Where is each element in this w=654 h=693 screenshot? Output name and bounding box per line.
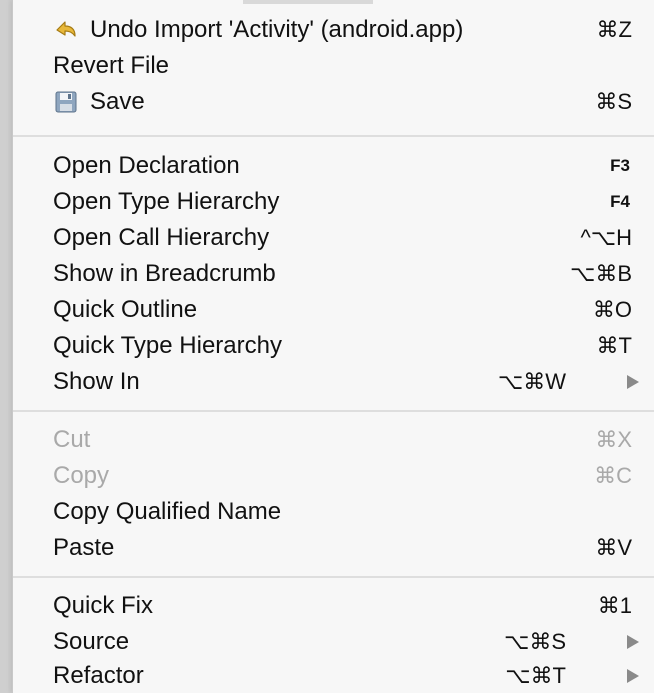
menu-item-copy-qualified-name[interactable]: Copy Qualified Name bbox=[13, 494, 654, 530]
menu-item-revert-file[interactable]: Revert File bbox=[13, 48, 654, 84]
menu-item-quick-outline[interactable]: Quick Outline ⌘O bbox=[13, 292, 654, 328]
menu-item-shortcut: F3 bbox=[610, 156, 630, 175]
menu-item-label: Open Type Hierarchy bbox=[53, 188, 280, 215]
menu-item-shortcut: F4 bbox=[610, 192, 630, 211]
menu-item-label: Source bbox=[53, 628, 130, 655]
menu-item-label: Copy bbox=[53, 462, 110, 489]
menu-item-label: Quick Fix bbox=[53, 592, 154, 619]
menu-item-shortcut: ⌥⌘S bbox=[503, 629, 566, 654]
menu-item-label: Refactor bbox=[53, 662, 144, 689]
submenu-arrow-icon bbox=[627, 635, 639, 649]
menu-item-label: Copy Qualified Name bbox=[53, 498, 282, 525]
context-menu: Undo Import 'Activity' (android.app) ⌘Z … bbox=[12, 0, 654, 693]
menu-item-open-type-hierarchy[interactable]: Open Type Hierarchy F4 bbox=[13, 184, 654, 220]
menu-item-copy: Copy ⌘C bbox=[13, 458, 654, 494]
menu-item-save[interactable]: Save ⌘S bbox=[13, 84, 654, 120]
menu-item-label: Open Call Hierarchy bbox=[53, 224, 270, 251]
menu-item-quick-fix[interactable]: Quick Fix ⌘1 bbox=[13, 588, 654, 624]
submenu-arrow-icon bbox=[627, 375, 639, 389]
menu-item-label: Revert File bbox=[53, 52, 170, 79]
menu-item-label: Cut bbox=[53, 426, 91, 453]
menu-item-shortcut: ⌘V bbox=[595, 535, 632, 560]
menu-item-label: Show in Breadcrumb bbox=[53, 260, 276, 287]
floppy-disk-icon bbox=[54, 91, 78, 113]
menu-item-shortcut: ⌥⌘T bbox=[505, 663, 566, 688]
menu-item-shortcut: ^⌥H bbox=[580, 225, 632, 250]
menu-item-undo[interactable]: Undo Import 'Activity' (android.app) ⌘Z bbox=[13, 12, 654, 48]
menu-item-shortcut: ⌘Z bbox=[596, 17, 632, 42]
menu-item-open-declaration[interactable]: Open Declaration F3 bbox=[13, 148, 654, 184]
menu-item-label: Show In bbox=[53, 368, 140, 395]
menu-item-shortcut: ⌘S bbox=[595, 89, 632, 114]
menu-item-quick-type-hierarchy[interactable]: Quick Type Hierarchy ⌘T bbox=[13, 328, 654, 364]
menu-item-paste[interactable]: Paste ⌘V bbox=[13, 530, 654, 566]
menu-item-shortcut: ⌘O bbox=[592, 297, 632, 322]
menu-separator bbox=[13, 410, 654, 412]
menu-item-label: Paste bbox=[53, 534, 115, 561]
menu-item-shortcut: ⌥⌘W bbox=[497, 369, 566, 394]
menu-item-shortcut: ⌘T bbox=[596, 333, 632, 358]
menu-separator bbox=[13, 576, 654, 578]
menu-item-shortcut: ⌥⌘B bbox=[569, 261, 632, 286]
menu-item-source[interactable]: Source ⌥⌘S bbox=[13, 624, 654, 660]
menu-item-shortcut: ⌘1 bbox=[597, 593, 632, 618]
menu-item-open-call-hierarchy[interactable]: Open Call Hierarchy ^⌥H bbox=[13, 220, 654, 256]
menu-item-show-in[interactable]: Show In ⌥⌘W bbox=[13, 364, 654, 400]
menu-item-label: Quick Type Hierarchy bbox=[53, 332, 282, 359]
undo-arrow-icon bbox=[54, 19, 78, 41]
menu-item-refactor[interactable]: Refactor ⌥⌘T bbox=[13, 658, 654, 693]
menu-separator bbox=[13, 135, 654, 137]
menu-item-label: Open Declaration bbox=[53, 152, 240, 179]
menu-item-cut: Cut ⌘X bbox=[13, 422, 654, 458]
submenu-arrow-icon bbox=[627, 669, 639, 683]
menu-top-edge bbox=[243, 0, 373, 4]
menu-item-label: Quick Outline bbox=[53, 296, 198, 323]
menu-item-label: Save bbox=[90, 88, 145, 115]
menu-item-show-in-breadcrumb[interactable]: Show in Breadcrumb ⌥⌘B bbox=[13, 256, 654, 292]
menu-item-shortcut: ⌘X bbox=[595, 427, 632, 452]
menu-item-label: Undo Import 'Activity' (android.app) bbox=[90, 16, 464, 43]
menu-item-shortcut: ⌘C bbox=[594, 463, 632, 488]
